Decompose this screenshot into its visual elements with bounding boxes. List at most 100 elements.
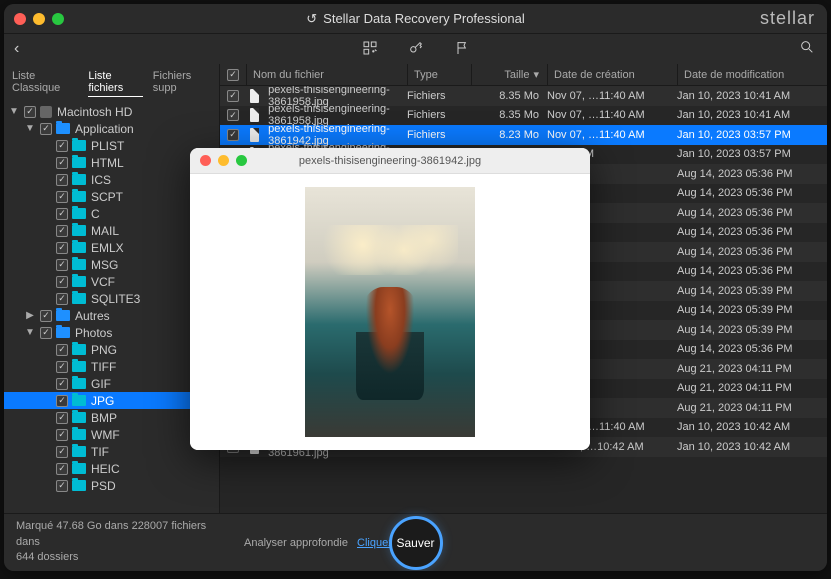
minimize-window-icon[interactable] — [33, 13, 45, 25]
file-mdate: Jan 10, 2023 10:41 AM — [677, 109, 827, 121]
table-header: ✓ Nom du fichier Type Taille▾ Date de cr… — [220, 64, 827, 86]
drive-icon — [40, 106, 52, 118]
file-type: Fichiers — [407, 109, 471, 121]
maximize-window-icon[interactable] — [52, 13, 64, 25]
tree-node-vcf[interactable]: ✓VCF — [4, 273, 219, 290]
folder-icon — [72, 293, 86, 304]
tree-node-bmp[interactable]: ✓BMP — [4, 409, 219, 426]
footer: Marqué 47.68 Go dans 228007 fichiers dan… — [4, 513, 827, 571]
tree-node-autres[interactable]: ▶✓Autres — [4, 307, 219, 324]
file-size: 8.35 Mo — [471, 90, 547, 102]
window-controls — [14, 13, 64, 25]
tree-node-ics[interactable]: ✓ICS — [4, 171, 219, 188]
tree-node-emlx[interactable]: ✓EMLX — [4, 239, 219, 256]
row-checkbox[interactable]: ✓ — [227, 90, 239, 102]
file-mdate: Aug 14, 2023 05:39 PM — [677, 285, 827, 297]
tab-files-supp[interactable]: Fichiers supp — [153, 68, 211, 97]
folder-icon — [72, 276, 86, 287]
tab-list-classic[interactable]: Liste Classique — [12, 68, 78, 97]
deep-scan-label: Analyser approfondie — [244, 537, 348, 549]
toolbar: ‹ — [4, 34, 827, 64]
file-mdate: Aug 14, 2023 05:39 PM — [677, 304, 827, 316]
sidebar: Liste Classique Liste fichiers Fichiers … — [4, 64, 220, 513]
flag-icon[interactable] — [454, 40, 470, 59]
tree-node-plist[interactable]: ✓PLIST — [4, 137, 219, 154]
folder-icon — [72, 344, 86, 355]
file-mdate: Aug 14, 2023 05:36 PM — [677, 226, 827, 238]
key-icon[interactable] — [408, 40, 424, 59]
file-type: Fichiers — [407, 90, 471, 102]
folder-icon — [56, 310, 70, 321]
tree-node-scpt[interactable]: ✓SCPT — [4, 188, 219, 205]
tree-node-jpg[interactable]: ✓JPG — [4, 392, 219, 409]
sort-desc-icon: ▾ — [533, 68, 539, 81]
preview-close-icon[interactable] — [200, 155, 211, 166]
search-icon[interactable] — [799, 39, 815, 59]
header-name[interactable]: Nom du fichier — [246, 64, 407, 85]
folder-icon — [72, 225, 86, 236]
undo-icon[interactable]: ↺ — [306, 11, 317, 27]
back-button[interactable]: ‹ — [14, 40, 19, 58]
folder-icon — [72, 242, 86, 253]
header-cdate[interactable]: Date de création — [547, 64, 677, 85]
preview-maximize-icon[interactable] — [236, 155, 247, 166]
tree-node-root[interactable]: ▼✓Macintosh HD — [4, 103, 219, 120]
folder-icon — [72, 174, 86, 185]
tree-node-application[interactable]: ▼✓Application — [4, 120, 219, 137]
tree-node-html[interactable]: ✓HTML — [4, 154, 219, 171]
file-mdate: Jan 10, 2023 10:42 AM — [677, 421, 827, 433]
tree-node-mail[interactable]: ✓MAIL — [4, 222, 219, 239]
folder-icon — [72, 412, 86, 423]
tree-node-sqlite3[interactable]: ✓SQLITE3 — [4, 290, 219, 307]
preview-image — [305, 187, 475, 437]
tree-node-gif[interactable]: ✓GIF — [4, 375, 219, 392]
preview-window: pexels-thisisengineering-3861942.jpg — [190, 148, 590, 450]
file-mdate: Aug 21, 2023 04:11 PM — [677, 363, 827, 375]
file-mdate: Aug 14, 2023 05:36 PM — [677, 246, 827, 258]
file-icon — [250, 89, 259, 103]
preview-minimize-icon[interactable] — [218, 155, 229, 166]
file-cdate: Nov 07, …11:40 AM — [547, 109, 677, 121]
row-checkbox[interactable]: ✓ — [227, 109, 239, 121]
folder-icon — [72, 361, 86, 372]
folder-icon — [56, 123, 70, 134]
file-icon — [250, 128, 259, 142]
status-text: Marqué 47.68 Go dans 228007 fichiers dan… — [16, 519, 216, 565]
file-mdate: Aug 14, 2023 05:36 PM — [677, 168, 827, 180]
preview-title: pexels-thisisengineering-3861942.jpg — [190, 155, 590, 167]
folder-tree: ▼✓Macintosh HD ▼✓Application ✓PLIST ✓HTM… — [4, 99, 219, 513]
tree-node-msg[interactable]: ✓MSG — [4, 256, 219, 273]
folder-icon — [72, 378, 86, 389]
folder-icon — [72, 395, 86, 406]
close-window-icon[interactable] — [14, 13, 26, 25]
select-all-checkbox[interactable]: ✓ — [227, 69, 239, 81]
folder-icon — [72, 446, 86, 457]
folder-icon — [72, 480, 86, 491]
save-button[interactable]: Sauver — [389, 516, 443, 570]
preview-titlebar: pexels-thisisengineering-3861942.jpg — [190, 148, 590, 174]
folder-icon — [72, 259, 86, 270]
file-mdate: Jan 10, 2023 10:42 AM — [677, 441, 827, 453]
tree-node-png[interactable]: ✓PNG — [4, 341, 219, 358]
tree-node-psd[interactable]: ✓PSD — [4, 477, 219, 494]
header-mdate[interactable]: Date de modification — [677, 64, 827, 85]
file-mdate: Aug 14, 2023 05:36 PM — [677, 343, 827, 355]
app-title: Stellar Data Recovery Professional — [323, 11, 525, 26]
file-cdate: Nov 07, …11:40 AM — [547, 90, 677, 102]
titlebar: ↺ Stellar Data Recovery Professional ste… — [4, 4, 827, 34]
tab-list-files[interactable]: Liste fichiers — [88, 68, 142, 97]
tree-node-tiff[interactable]: ✓TIFF — [4, 358, 219, 375]
preview-body — [190, 174, 590, 450]
tree-node-heic[interactable]: ✓HEIC — [4, 460, 219, 477]
tree-node-wmf[interactable]: ✓WMF — [4, 426, 219, 443]
file-cdate: Nov 07, …11:40 AM — [547, 129, 677, 141]
tree-node-tif[interactable]: ✓TIF — [4, 443, 219, 460]
file-mdate: Jan 10, 2023 03:57 PM — [677, 148, 827, 160]
row-checkbox[interactable]: ✓ — [227, 129, 239, 141]
tree-node-photos[interactable]: ▼✓Photos — [4, 324, 219, 341]
folder-icon — [72, 140, 86, 151]
grid-view-icon[interactable] — [362, 40, 378, 59]
header-type[interactable]: Type — [407, 64, 471, 85]
tree-node-c[interactable]: ✓C — [4, 205, 219, 222]
header-size[interactable]: Taille▾ — [471, 64, 547, 85]
